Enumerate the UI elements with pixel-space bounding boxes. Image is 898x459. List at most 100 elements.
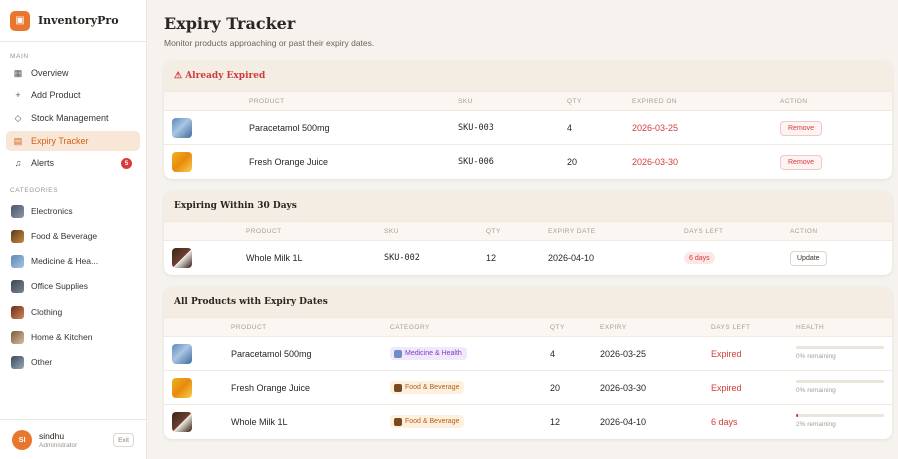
qty: 20 <box>550 383 561 393</box>
user-name: sindhu <box>39 430 65 441</box>
page-subtitle: Monitor products approaching or past the… <box>164 38 375 48</box>
brand[interactable]: ▣ InventoryPro <box>0 0 146 42</box>
calendar-icon: ▤ <box>13 135 23 146</box>
sku: SKU-002 <box>384 253 420 263</box>
avatar: SI <box>12 429 32 450</box>
product-thumbnail <box>172 118 192 138</box>
table-header: PRODUCT CATEGORY QTY EXPIRY DAYS LEFT HE… <box>164 317 892 337</box>
qty: 4 <box>550 349 556 359</box>
col-product: PRODUCT <box>249 98 285 105</box>
table-row: Whole Milk 1L Food & Beverage 12 2026-04… <box>164 405 892 439</box>
page-title: Expiry Tracker <box>164 14 296 33</box>
expiry-date: 2026-03-30 <box>600 383 647 393</box>
product-name: Whole Milk 1L <box>231 417 288 427</box>
health-bar-fill <box>796 414 798 417</box>
office-icon <box>11 279 24 293</box>
expiring-card: Expiring Within 30 Days PRODUCT SKU QTY … <box>164 191 892 275</box>
nav-label: Overview <box>31 68 69 78</box>
user-profile: SI sindhu Administrator Exit <box>0 419 147 459</box>
category-label: Other <box>31 357 53 367</box>
category-label: Office Supplies <box>31 281 89 291</box>
category-pill: Food & Beverage <box>390 415 465 428</box>
table-header: PRODUCT SKU QTY EXPIRED ON ACTION <box>164 91 892 111</box>
category-medicine-health[interactable]: Medicine & Hea... <box>6 251 140 271</box>
nav-item-add-product[interactable]: + Add Product <box>6 85 140 105</box>
plus-icon: + <box>15 90 21 100</box>
nav-item-stock-management[interactable]: ◇ Stock Management <box>6 108 140 128</box>
exit-button[interactable]: Exit <box>113 433 134 447</box>
nav-label: Add Product <box>31 90 81 100</box>
health-bar-track <box>796 414 884 417</box>
product-thumbnail <box>172 412 192 432</box>
health-text: 0% remaining <box>796 353 836 360</box>
nav-item-expiry-tracker[interactable]: ▤ Expiry Tracker <box>6 131 140 151</box>
category-label: Food & Beverage <box>31 231 98 241</box>
user-role: Administrator <box>39 441 78 449</box>
nav-item-overview[interactable]: ▦ Overview <box>6 63 140 83</box>
col-product: PRODUCT <box>231 324 267 331</box>
qty: 20 <box>567 157 578 167</box>
health-bar-track <box>796 346 884 349</box>
qty: 12 <box>550 417 561 427</box>
section-label-main: MAIN <box>10 53 29 60</box>
expiring-card-title: Expiring Within 30 Days <box>164 191 892 221</box>
product-name: Whole Milk 1L <box>246 253 303 263</box>
table-row: Paracetamol 500mg SKU-003 4 2026-03-25 R… <box>164 111 892 145</box>
table-header: PRODUCT SKU QTY EXPIRY DATE DAYS LEFT AC… <box>164 221 892 241</box>
nav-label: Alerts <box>31 158 55 168</box>
alerts-count-badge: 5 <box>121 158 132 169</box>
category-office-supplies[interactable]: Office Supplies <box>6 276 140 296</box>
col-days-left: DAYS LEFT <box>684 228 724 235</box>
all-products-card-title: All Products with Expiry Dates <box>164 287 892 317</box>
category-other[interactable]: Other <box>6 352 140 372</box>
medicine-icon <box>394 349 402 358</box>
update-button[interactable]: Update <box>790 251 827 266</box>
col-sku: SKU <box>458 98 473 105</box>
qty: 4 <box>567 123 573 133</box>
remove-button[interactable]: Remove <box>780 155 823 170</box>
other-icon <box>11 355 24 369</box>
electronics-icon <box>11 204 24 218</box>
nav-item-alerts[interactable]: ♫ Alerts 5 <box>6 153 140 173</box>
grid-icon: ▦ <box>13 67 23 78</box>
product-name: Fresh Orange Juice <box>249 157 329 167</box>
qty: 12 <box>486 253 497 263</box>
category-label: Food & Beverage <box>405 384 460 391</box>
bell-icon: ♫ <box>14 158 22 168</box>
expired-date: 2026-03-25 <box>632 123 679 133</box>
remove-button[interactable]: Remove <box>780 121 823 136</box>
product-thumbnail <box>172 248 192 268</box>
medicine-icon <box>11 254 24 268</box>
col-qty: QTY <box>550 324 565 331</box>
all-products-card: All Products with Expiry Dates PRODUCT C… <box>164 287 892 439</box>
col-expired-on: EXPIRED ON <box>632 98 678 105</box>
category-label: Electronics <box>31 206 73 216</box>
category-food-beverage[interactable]: Food & Beverage <box>6 226 140 246</box>
category-label: Medicine & Health <box>405 350 462 357</box>
col-sku: SKU <box>384 228 399 235</box>
clothing-icon <box>11 305 24 319</box>
sku: SKU-003 <box>458 123 494 133</box>
category-label: Medicine & Hea... <box>31 256 99 266</box>
category-pill: Medicine & Health <box>390 347 467 360</box>
col-category: CATEGORY <box>390 324 430 331</box>
category-pill: Food & Beverage <box>390 381 465 394</box>
product-thumbnail <box>172 378 192 398</box>
category-clothing[interactable]: Clothing <box>6 302 140 322</box>
category-home-kitchen[interactable]: Home & Kitchen <box>6 327 140 347</box>
product-name: Paracetamol 500mg <box>231 349 312 359</box>
category-label: Home & Kitchen <box>31 332 93 342</box>
product-thumbnail <box>172 152 192 172</box>
category-electronics[interactable]: Electronics <box>6 201 140 221</box>
col-qty: QTY <box>567 98 582 105</box>
nav-label: Expiry Tracker <box>31 136 89 146</box>
expiry-date: 2026-03-25 <box>600 349 647 359</box>
category-label: Food & Beverage <box>405 418 460 425</box>
box-icon: ▣ <box>10 10 30 31</box>
nav-label: Stock Management <box>31 113 109 123</box>
sidebar: ▣ InventoryPro MAIN ▦ Overview + Add Pro… <box>0 0 147 459</box>
tag-icon: ◇ <box>14 112 22 123</box>
product-name: Fresh Orange Juice <box>231 383 311 393</box>
home-icon <box>11 330 24 344</box>
expired-card-title: ⚠ Already Expired <box>164 61 892 91</box>
